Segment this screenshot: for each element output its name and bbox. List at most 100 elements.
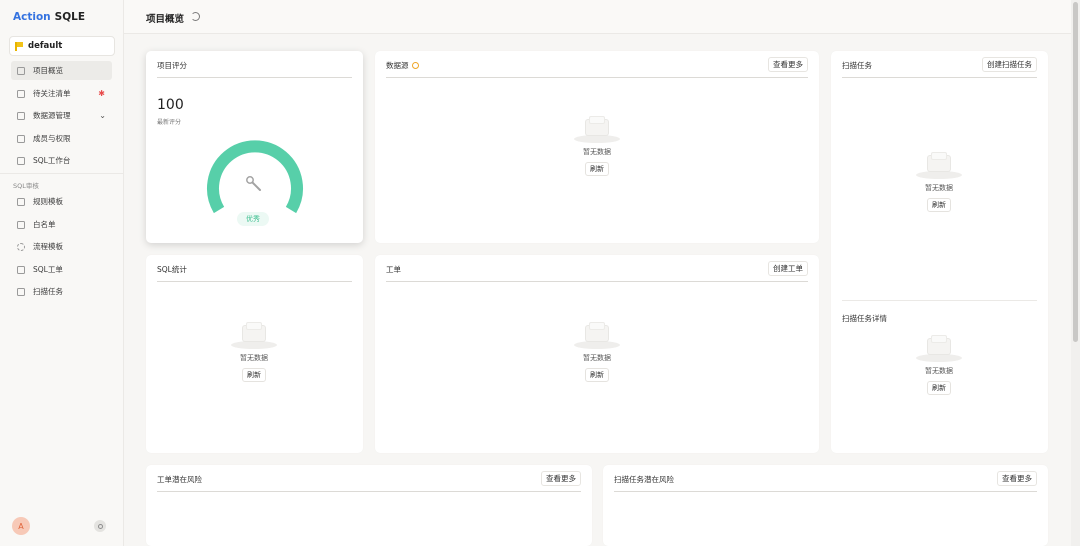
app-root: Action SQLE default 项目概览 待关注清单 ✱ 数据源管理 ⌄ … [0, 0, 1080, 546]
workflow-icon [17, 242, 25, 251]
card-title: 扫描任务潜在风险 [614, 475, 674, 484]
card-divider [842, 77, 1037, 78]
card-divider [614, 491, 1037, 492]
gauge-needle [251, 181, 261, 191]
gear-icon [97, 523, 103, 529]
members-icon [17, 134, 25, 143]
empty-text: 暂无数据 [925, 367, 953, 375]
score-value: 100 [157, 97, 184, 113]
database-icon [17, 111, 25, 120]
empty-state: 暂无数据 刷新 [557, 115, 637, 176]
empty-state: 暂无数据 刷新 [899, 334, 979, 395]
card-title: 工单潜在风险 [157, 475, 202, 484]
card-title: SQL统计 [157, 265, 187, 274]
avatar-letter: A [18, 521, 24, 531]
refresh-button[interactable]: 刷新 [585, 368, 609, 382]
score-gauge [207, 140, 303, 214]
card-title-text: 数据源 [386, 61, 409, 70]
empty-state: 暂无数据 刷新 [214, 321, 294, 382]
sidebar-item-scan-task[interactable]: 扫描任务 [11, 282, 112, 301]
sidebar-item-watchlist[interactable]: 待关注清单 ✱ [11, 84, 112, 103]
sidebar-item-workflow-template[interactable]: 流程模板 [11, 237, 112, 256]
page-header: 项目概览 [124, 0, 1071, 34]
list-icon [17, 89, 25, 98]
scan-task-card: 扫描任务 创建扫描任务 暂无数据 刷新 扫描任务详情 暂无数据 刷新 [831, 51, 1048, 453]
workbench-icon [17, 156, 25, 165]
scan-icon [17, 287, 25, 296]
card-title: 项目评分 [157, 61, 187, 70]
rule-template-icon [17, 197, 25, 206]
sidebar-item-label: 白名单 [33, 220, 56, 229]
create-scan-task-button[interactable]: 创建扫描任务 [982, 57, 1037, 72]
card-title: 扫描任务 [842, 61, 872, 70]
sidebar-item-sql-workbench[interactable]: SQL工作台 [11, 151, 112, 170]
sidebar-item-label: 流程模板 [33, 242, 63, 251]
empty-box-icon [916, 334, 962, 362]
notification-dot-icon: ✱ [98, 89, 105, 98]
sidebar-item-label: 项目概览 [33, 66, 63, 75]
empty-text: 暂无数据 [925, 184, 953, 192]
settings-button[interactable] [94, 520, 106, 532]
flag-icon [15, 41, 23, 51]
sidebar-item-sql-order[interactable]: SQL工单 [11, 260, 112, 279]
view-more-button[interactable]: 查看更多 [541, 471, 581, 486]
empty-text: 暂无数据 [583, 148, 611, 156]
sidebar: Action SQLE default 项目概览 待关注清单 ✱ 数据源管理 ⌄ … [0, 0, 124, 546]
brand-sqle: SQLE [54, 11, 86, 23]
project-selector[interactable]: default [9, 36, 115, 56]
scrollbar-thumb[interactable] [1073, 2, 1078, 342]
card-divider [157, 491, 581, 492]
sidebar-item-label: 待关注清单 [33, 89, 71, 98]
sidebar-item-rule-template[interactable]: 规则模板 [11, 192, 112, 211]
refresh-button[interactable]: 刷新 [242, 368, 266, 382]
score-subtitle: 最新评分 [157, 119, 182, 126]
card-divider [157, 281, 352, 282]
brand-action: Action [13, 11, 51, 23]
page-title: 项目概览 [146, 14, 185, 25]
project-name: default [28, 41, 63, 51]
sidebar-item-label: 规则模板 [33, 197, 63, 206]
sidebar-divider [0, 173, 124, 174]
card-divider [386, 281, 808, 282]
refresh-icon[interactable] [191, 12, 200, 21]
refresh-button[interactable]: 刷新 [585, 162, 609, 176]
datasource-card: 数据源 查看更多 暂无数据 刷新 [375, 51, 819, 243]
sidebar-item-members[interactable]: 成员与权限 [11, 129, 112, 148]
sidebar-item-datasource[interactable]: 数据源管理 ⌄ [11, 106, 112, 125]
sidebar-item-label: 成员与权限 [33, 134, 71, 143]
empty-box-icon [574, 115, 620, 143]
sidebar-item-label: 数据源管理 [33, 111, 71, 120]
orders-card: 工单 创建工单 暂无数据 刷新 [375, 255, 819, 453]
scan-detail-title: 扫描任务详情 [842, 314, 887, 323]
avatar[interactable]: A [12, 517, 30, 535]
empty-text: 暂无数据 [240, 354, 268, 362]
view-more-button[interactable]: 查看更多 [997, 471, 1037, 486]
scan-risk-card: 扫描任务潜在风险 查看更多 [603, 465, 1048, 546]
create-order-button[interactable]: 创建工单 [768, 261, 808, 276]
empty-box-icon [916, 151, 962, 179]
scrollbar[interactable] [1071, 0, 1080, 546]
section-divider [842, 300, 1037, 301]
view-more-button[interactable]: 查看更多 [768, 57, 808, 72]
sidebar-item-overview[interactable]: 项目概览 [11, 61, 112, 80]
gauge-arc [207, 140, 303, 214]
info-icon[interactable] [411, 62, 419, 69]
empty-box-icon [231, 321, 277, 349]
empty-state: 暂无数据 刷新 [557, 321, 637, 382]
chevron-down-icon: ⌄ [99, 111, 106, 120]
refresh-button[interactable]: 刷新 [927, 381, 951, 395]
card-title: 工单 [386, 265, 401, 274]
empty-state: 暂无数据 刷新 [899, 151, 979, 212]
sidebar-section-label: SQL审核 [13, 182, 39, 190]
sidebar-item-whitelist[interactable]: 白名单 [11, 215, 112, 234]
card-title: 数据源 [386, 60, 419, 71]
overview-icon [17, 66, 25, 75]
whitelist-icon [17, 220, 25, 229]
refresh-button[interactable]: 刷新 [927, 198, 951, 212]
sidebar-item-label: 扫描任务 [33, 287, 63, 296]
card-divider [386, 77, 808, 78]
score-grade-badge: 优秀 [237, 212, 269, 226]
sql-stats-card: SQL统计 暂无数据 刷新 [146, 255, 363, 453]
empty-text: 暂无数据 [583, 354, 611, 362]
order-risk-card: 工单潜在风险 查看更多 [146, 465, 592, 546]
